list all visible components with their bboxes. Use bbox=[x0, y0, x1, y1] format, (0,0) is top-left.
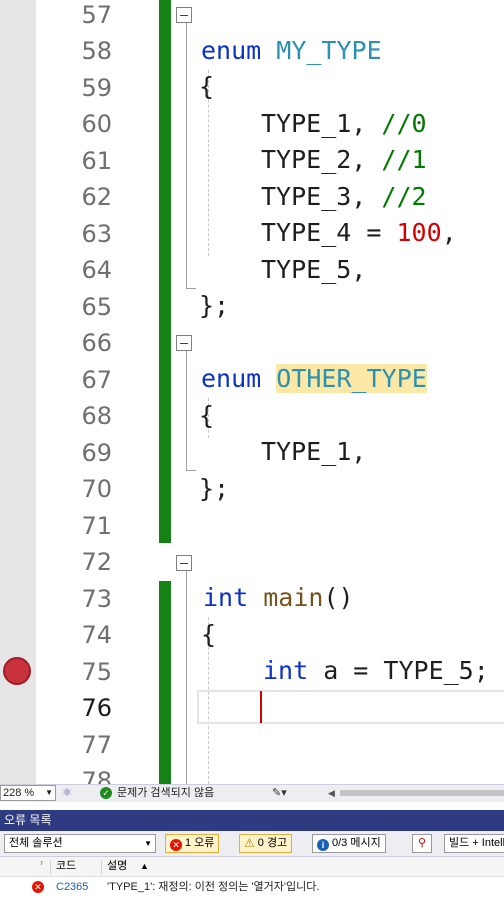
keyword: int bbox=[263, 656, 309, 685]
column-separator[interactable] bbox=[101, 860, 102, 874]
code-line-59[interactable]: TYPE_1, //0 bbox=[0, 70, 504, 138]
chevron-down-icon: ▼ bbox=[144, 839, 152, 848]
column-header-code[interactable]: 코드 bbox=[56, 857, 76, 876]
check-icon: ✓ bbox=[100, 787, 112, 799]
warning-icon: ⚠ bbox=[244, 836, 255, 850]
warnings-filter-button[interactable]: ⚠ 0 경고 bbox=[239, 834, 293, 853]
line-number: 65 bbox=[81, 293, 112, 321]
code-editor[interactable]: 57 58 59 60 61 62 63 64 65 66 67 68 69 7… bbox=[0, 0, 504, 784]
errors-count-label: 1 오류 bbox=[185, 837, 215, 849]
issues-status-text[interactable]: 문제가 검색되지 않음 bbox=[117, 785, 214, 801]
code-line-67[interactable]: { bbox=[0, 362, 504, 430]
scope-select-value: 전체 솔루션 bbox=[9, 837, 63, 849]
scroll-left-icon[interactable]: ◀ bbox=[328, 786, 335, 800]
code-line-62[interactable]: TYPE_4 = 100, bbox=[0, 179, 504, 247]
messages-count-label: 0/3 메시지 bbox=[332, 837, 381, 849]
code-line-68[interactable]: TYPE_1, bbox=[0, 398, 504, 466]
errors-filter-button[interactable]: ✕ 1 오류 bbox=[165, 834, 220, 853]
build-intellisense-select[interactable]: 빌드 + IntelliSense bbox=[444, 834, 504, 853]
code-line-64[interactable]: }; bbox=[0, 252, 504, 320]
chevron-down-icon: ▼ bbox=[45, 788, 53, 797]
code-line-63[interactable]: TYPE_5, bbox=[0, 216, 504, 284]
code-line-69[interactable]: }; bbox=[0, 435, 504, 503]
code-line-58[interactable]: { bbox=[0, 33, 504, 101]
line-number: 71 bbox=[81, 512, 112, 540]
error-icon: ✕ bbox=[32, 881, 44, 893]
messages-filter-button[interactable]: i 0/3 메시지 bbox=[312, 834, 386, 853]
scope-select[interactable]: 전체 솔루션 ▼ bbox=[4, 834, 156, 853]
code-line-72[interactable]: int main() bbox=[0, 544, 504, 612]
code-line-60[interactable]: TYPE_2, //1 bbox=[0, 106, 504, 174]
editor-status-bar: 228 % ▼ ⚛ ✓ 문제가 검색되지 않음 ✎▾ ◀ bbox=[0, 784, 504, 802]
error-list-toolbar: 전체 솔루션 ▼ ✕ 1 오류 ⚠ 0 경고 i 0/3 메시지 ⚲ 빌드 + Int… bbox=[0, 831, 504, 857]
intellicode-icon[interactable]: ⚛ bbox=[60, 786, 74, 800]
code-cleanup-icon[interactable]: ✎▾ bbox=[272, 785, 287, 801]
code-line-66[interactable]: enum OTHER_TYPE bbox=[0, 325, 504, 393]
line-number: 77 bbox=[81, 731, 112, 759]
statement: a = TYPE_5; bbox=[308, 656, 489, 685]
error-icon: ✕ bbox=[170, 839, 182, 851]
code-line-73[interactable]: { bbox=[0, 581, 504, 649]
info-icon: i bbox=[317, 839, 329, 851]
warnings-count-label: 0 경고 bbox=[257, 837, 288, 849]
build-filter-value: 빌드 + IntelliSense bbox=[449, 837, 504, 849]
error-list-title: 오류 목록 bbox=[0, 810, 504, 831]
current-line-highlight bbox=[197, 690, 504, 724]
sort-asc-icon: ▲ bbox=[140, 861, 149, 871]
code-line-74[interactable]: int a = TYPE_5; bbox=[0, 617, 504, 685]
line-number: 78 bbox=[81, 767, 112, 784]
zoom-level-value: 228 % bbox=[3, 787, 35, 799]
table-row[interactable]: ✕ C2365 'TYPE_1': 재정의: 이전 정의는 '열거자'입니다. bbox=[0, 877, 504, 897]
filter-icon[interactable]: ⚲ bbox=[412, 834, 432, 853]
brace: }; bbox=[199, 474, 230, 503]
error-list-header: ⁷ 코드 설명 ▲ bbox=[0, 857, 504, 877]
code-line-61[interactable]: TYPE_3, //2 bbox=[0, 143, 504, 211]
column-header-description[interactable]: 설명 bbox=[107, 857, 127, 876]
horizontal-scrollbar[interactable] bbox=[340, 790, 504, 796]
line-number-current: 76 bbox=[81, 694, 112, 722]
zoom-level-select[interactable]: 228 % ▼ bbox=[0, 785, 56, 801]
type-column-icon[interactable]: ⁷ bbox=[40, 855, 43, 874]
error-description: 'TYPE_1': 재정의: 이전 정의는 '열거자'입니다. bbox=[107, 881, 320, 893]
column-separator[interactable] bbox=[50, 860, 51, 874]
outline-line bbox=[186, 288, 196, 289]
text-caret bbox=[260, 691, 262, 723]
error-code-link[interactable]: C2365 bbox=[56, 877, 88, 897]
brace: }; bbox=[199, 291, 230, 320]
line-number: 75 bbox=[81, 658, 112, 686]
line-number: 70 bbox=[81, 475, 112, 503]
code-line-57[interactable]: enum MY_TYPE bbox=[0, 0, 504, 65]
